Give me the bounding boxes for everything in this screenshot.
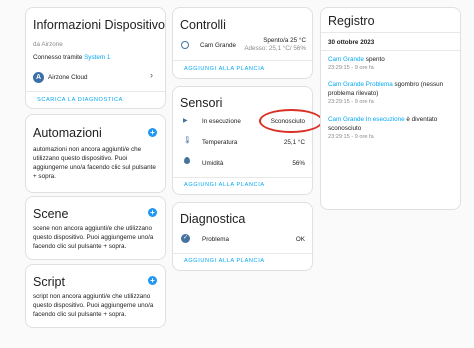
download-diagnostics-button[interactable]: SCARICA LA DIAGNOSTICA — [37, 97, 123, 103]
scripts-text: script non ancora aggiunti/e che utilizz… — [33, 293, 154, 318]
sensors-add-to-dashboard[interactable]: AGGIUNGI ALLA PLANCIA — [184, 182, 265, 188]
connected-via: Connesso tramite System 1 — [33, 53, 110, 62]
automations-card: Automazioni + automazioni non ancora agg… — [25, 114, 166, 193]
play-icon: ▶ — [183, 118, 188, 124]
thermostat-icon — [181, 41, 189, 49]
controls-title: Controlli — [180, 18, 226, 32]
controls-add-to-dashboard[interactable]: AGGIUNGI ALLA PLANCIA — [184, 66, 265, 72]
scenes-title: Scene — [33, 207, 69, 221]
add-script-button[interactable]: + — [148, 276, 157, 285]
scripts-title: Script — [33, 275, 65, 289]
sensors-card: Sensori ▶ In esecuzione Sconosciuto 🌡 Te… — [172, 86, 323, 195]
logbook-entry: Cam Grande Problema sgombro (nessun prob… — [328, 81, 444, 97]
device-info-title: Informazioni Dispositivo — [33, 18, 165, 32]
controls-state-sub: Adesso: 25,1 °C/ 56% — [244, 45, 306, 52]
sensor-temperature-label[interactable]: Temperatura — [202, 138, 237, 147]
integration-name[interactable]: Airzone Cloud — [48, 73, 88, 82]
logbook-entry: Cam Grande In esecuzione è diventato sco… — [328, 116, 438, 132]
chevron-right-icon[interactable]: › — [150, 70, 153, 80]
automations-text: automazioni non ancora aggiunti/e che ut… — [33, 146, 156, 180]
diagnostics-problem-value: OK — [295, 236, 305, 243]
connected-prefix: Connesso tramite — [33, 54, 85, 61]
diagnostics-add-to-dashboard[interactable]: AGGIUNGI ALLA PLANCIA — [184, 258, 265, 264]
logbook-entry: Cam Grande spento — [328, 56, 385, 63]
airzone-logo-icon: A — [33, 72, 44, 83]
sensor-humidity-value: 56% — [292, 160, 305, 167]
sensor-temperature-value: 25,1 °C — [283, 139, 305, 146]
scenes-card: Scene + scene non ancora aggiunti/e che … — [25, 196, 166, 260]
logbook-entity-link[interactable]: Cam Grande — [328, 56, 364, 63]
logbook-entity-link[interactable]: Cam Grande In esecuzione — [328, 116, 405, 123]
scenes-text: scene non ancora aggiunti/e che utilizza… — [33, 225, 154, 250]
sensor-humidity-label[interactable]: Umidità — [202, 159, 223, 168]
logbook-entity-link[interactable]: Cam Grande Problema — [328, 81, 393, 88]
water-drop-icon — [184, 157, 190, 164]
highlight-ellipse — [259, 109, 323, 133]
diagnostics-problem-label[interactable]: Problema — [202, 235, 229, 244]
check-circle-icon: ✓ — [181, 234, 190, 243]
controls-entity[interactable]: Cam Grande — [200, 41, 236, 50]
device-info-card: Informazioni Dispositivo da Airzone Conn… — [25, 7, 166, 109]
logbook-title: Registro — [328, 14, 375, 28]
thermometer-icon: 🌡 — [183, 137, 192, 144]
sensor-running-label[interactable]: In esecuzione — [202, 117, 241, 126]
manufacturer-text: da Airzone — [33, 41, 63, 48]
logbook-time: 23:29:15 - 9 ore fa — [328, 99, 374, 105]
diagnostics-title: Diagnostica — [180, 212, 246, 226]
controls-card: Controlli Cam Grande Spento/a 25 °C Ades… — [172, 7, 313, 79]
logbook-date: 30 ottobre 2023 — [328, 39, 375, 46]
add-scene-button[interactable]: + — [148, 208, 157, 217]
automations-title: Automazioni — [33, 126, 102, 140]
system-link[interactable]: System 1 — [84, 54, 110, 61]
diagnostics-card: Diagnostica ✓ Problema OK AGGIUNGI ALLA … — [172, 202, 313, 271]
logbook-time: 23:29:15 - 9 ore fa — [328, 134, 374, 140]
sensors-title: Sensori — [180, 96, 223, 110]
add-automation-button[interactable]: + — [148, 128, 157, 137]
logbook-card: Registro 30 ottobre 2023 Cam Grande spen… — [320, 7, 461, 210]
logbook-time: 23:29:15 - 9 ore fa — [328, 65, 374, 71]
scripts-card: Script + script non ancora aggiunti/e ch… — [25, 264, 166, 328]
